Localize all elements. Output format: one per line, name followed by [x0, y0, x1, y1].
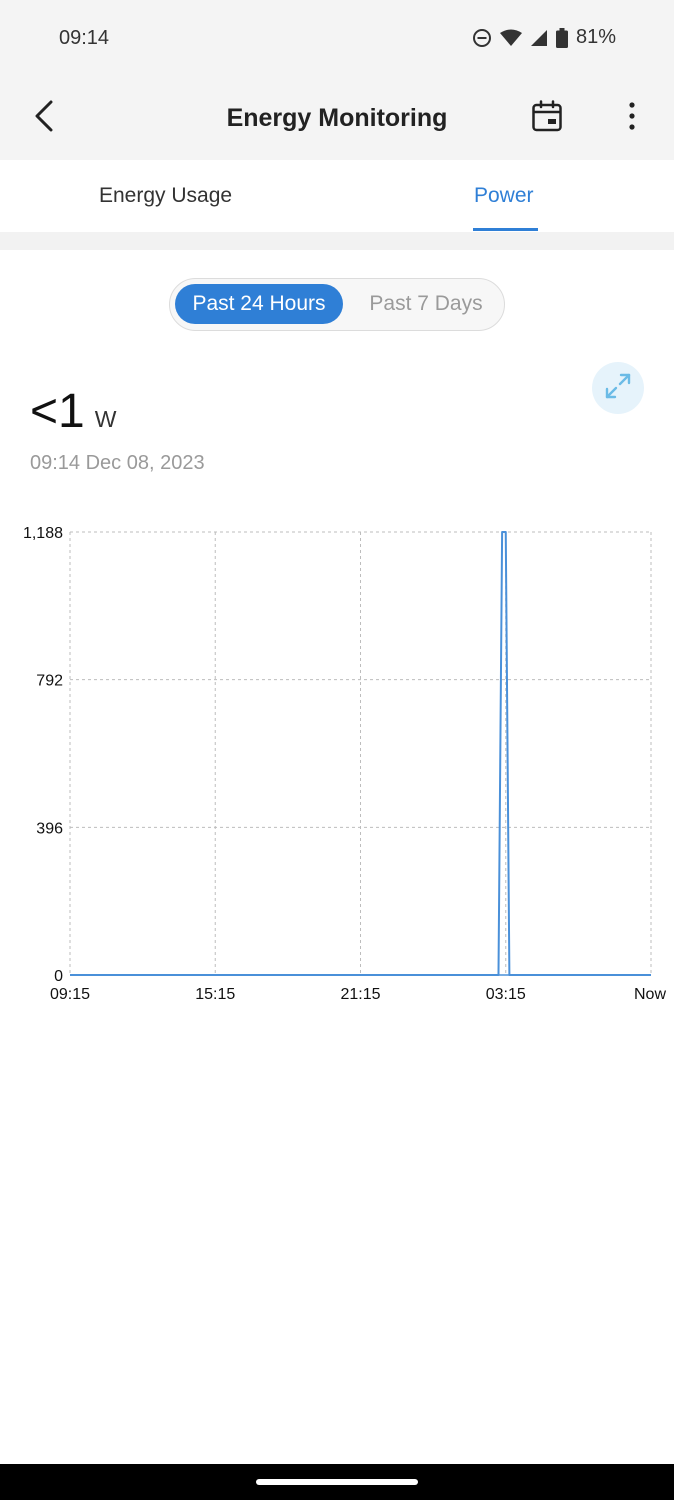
wifi-icon [499, 29, 522, 47]
more-options-button[interactable] [612, 98, 652, 138]
status-icons: 81% [472, 26, 616, 49]
tab-bar: Energy Usage Power [0, 160, 674, 232]
battery-icon [555, 27, 568, 48]
y-tick-label: 1,188 [23, 525, 63, 542]
x-tick-label: 15:15 [195, 986, 235, 1003]
page-title: Energy Monitoring [226, 104, 448, 132]
cellular-signal-icon [530, 29, 548, 47]
y-tick-label: 396 [36, 820, 63, 837]
tab-indicator [473, 228, 538, 231]
x-tick-label: Now [634, 986, 666, 1003]
tab-power[interactable]: Power [474, 184, 534, 208]
section-divider [0, 232, 674, 250]
system-navigation-bar [0, 1464, 674, 1500]
do-not-disturb-icon [472, 28, 492, 48]
home-indicator[interactable] [256, 1479, 418, 1485]
tab-energy-usage[interactable]: Energy Usage [99, 184, 232, 208]
power-value: <1 [30, 385, 85, 438]
expand-chart-button[interactable] [592, 362, 644, 414]
range-past-7-days-button[interactable]: Past 7 Days [351, 284, 501, 324]
x-tick-label: 09:15 [50, 986, 90, 1003]
current-power-reading: <1 W [30, 384, 116, 439]
x-tick-label: 03:15 [486, 986, 526, 1003]
more-vertical-icon [628, 101, 636, 136]
y-tick-label: 0 [54, 968, 63, 985]
range-past-24-hours-button[interactable]: Past 24 Hours [175, 284, 343, 324]
reading-timestamp: 09:14 Dec 08, 2023 [30, 452, 205, 474]
calendar-icon [531, 99, 563, 137]
time-range-selector: Past 24 Hours Past 7 Days [169, 278, 505, 331]
y-tick-label: 792 [36, 673, 63, 690]
x-tick-label: 21:15 [340, 986, 380, 1003]
power-line-chart: 1,188 792 396 009:15 15:15 21:15 03:15 Now [23, 525, 666, 1003]
expand-icon [604, 372, 632, 405]
power-unit: W [94, 406, 117, 432]
status-bar: 09:14 81% [0, 0, 674, 78]
battery-percent: 81% [575, 26, 616, 48]
calendar-button[interactable] [527, 98, 567, 138]
status-time: 09:14 [59, 27, 110, 49]
app-bar: Energy Monitoring [0, 78, 674, 160]
